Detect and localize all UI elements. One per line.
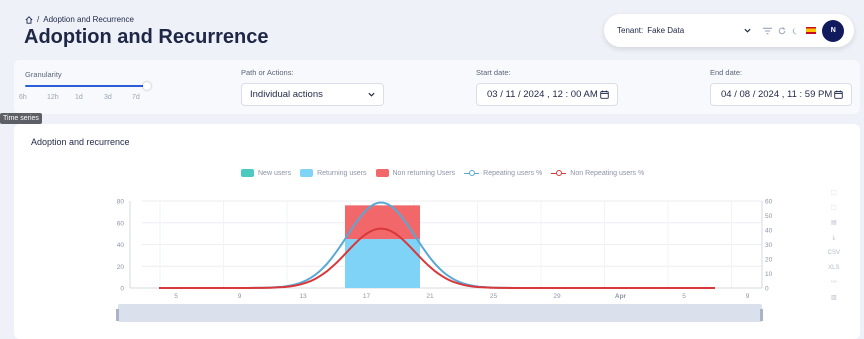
start-date-label: Start date: (476, 68, 511, 77)
chart-toolbox: ⬚ ⬚ ▤ ⤓ CSV XLS 〰 ▥ (828, 188, 840, 303)
chart-card: Adoption and recurrence New users Return… (14, 124, 860, 339)
zoom-slider-handle-left (116, 309, 119, 321)
breadcrumb: / Adoption and Recurrence (25, 15, 134, 24)
start-date-input[interactable]: 03 / 11 / 2024 , 12 : 00 AM (476, 83, 618, 106)
calendar-icon[interactable] (600, 90, 609, 99)
csv-icon[interactable]: CSV (828, 248, 840, 258)
calendar-icon[interactable] (834, 90, 843, 99)
y-axis-right-tick-label: 50 (765, 213, 773, 220)
x-axis-tick-label: 9 (238, 293, 242, 300)
chart-plot: 0 20 40 60 80 0 10 20 30 40 50 60 5 9 13 17 21 25 29 Apr 5 9 (116, 199, 773, 322)
chevron-down-icon (744, 28, 751, 33)
y-axis-right-tick-label: 0 (765, 286, 769, 293)
granularity-option-6h[interactable]: 6h (19, 94, 27, 101)
end-date-input[interactable]: 04 / 08 / 2024 , 11 : 59 PM (710, 83, 852, 106)
filter-icon[interactable] (763, 27, 773, 35)
granularity-option-7d[interactable]: 7d (132, 94, 140, 101)
page-title: Adoption and Recurrence (24, 26, 269, 48)
tenant-value: Fake Data (647, 26, 685, 35)
filters-panel: Granularity 6h 12h 1d 3d 7d Path or Acti… (14, 60, 860, 114)
spain-flag-icon[interactable] (806, 27, 817, 34)
xls-icon[interactable]: XLS (828, 263, 839, 273)
download-icon[interactable]: ⤓ (833, 233, 836, 243)
x-axis-tick-label: 5 (174, 293, 178, 300)
tenant-select[interactable]: Fake Data (647, 26, 751, 35)
y-axis-right-tick-label: 10 (765, 271, 773, 278)
granularity-slider-handle[interactable] (143, 82, 151, 90)
line-chart-icon[interactable]: 〰 (831, 278, 837, 288)
path-value: Individual actions (250, 89, 323, 100)
zoom-slider-track (118, 304, 762, 322)
granularity-slider-track[interactable] (25, 85, 144, 87)
x-axis-tick-label: 13 (299, 293, 307, 300)
y-axis-left-tick-label: 80 (117, 199, 125, 206)
home-icon[interactable] (25, 15, 33, 24)
y-axis-left-tick-label: 40 (117, 242, 125, 249)
x-axis-tick-label: Apr (615, 293, 627, 300)
end-date-value: 04 / 08 / 2024 , 11 : 59 PM (721, 89, 833, 100)
y-axis-right-tick-label: 40 (765, 228, 773, 235)
x-axis-tick-label: 25 (490, 293, 498, 300)
data-view-icon[interactable]: ▤ (831, 218, 837, 228)
zoom-icon[interactable]: ⬚ (831, 188, 837, 198)
y-axis-right-tick-label: 20 (765, 257, 773, 264)
y-axis-right-tick-label: 30 (765, 242, 773, 249)
start-date-value: 03 / 11 / 2024 , 12 : 00 AM (487, 89, 598, 100)
granularity-option-1d[interactable]: 1d (75, 94, 83, 101)
x-axis-tick-label: 29 (553, 293, 561, 300)
y-axis-left-tick-label: 60 (117, 220, 125, 227)
line-repeating-users-pct (159, 201, 715, 289)
x-axis-tick-label: 21 (426, 293, 434, 300)
breadcrumb-separator: / (37, 15, 40, 24)
granularity-option-12h[interactable]: 12h (47, 94, 59, 101)
breadcrumb-current: Adoption and Recurrence (43, 15, 134, 24)
zoom-reset-icon[interactable]: ⬚ (831, 203, 837, 213)
chevron-down-icon (368, 92, 375, 97)
path-select[interactable]: Individual actions (241, 83, 384, 106)
x-axis-tick-label: 9 (746, 293, 750, 300)
bar-chart-icon[interactable]: ▥ (831, 293, 837, 303)
moon-icon[interactable] (792, 27, 800, 35)
zoom-slider-handle-right (760, 309, 763, 321)
y-axis-left-tick-label: 20 (117, 264, 125, 271)
tenant-label: Tenant: (617, 26, 644, 35)
line-non-repeating-users-pct (159, 227, 715, 289)
x-axis-tick-label: 5 (682, 293, 686, 300)
x-axis-tick-label: 17 (363, 293, 371, 300)
y-axis-right-tick-label: 60 (765, 199, 773, 206)
end-date-label: End date: (710, 68, 743, 77)
avatar[interactable]: N (822, 19, 845, 42)
y-axis-left-tick-label: 0 (120, 286, 124, 293)
tenant-bar: Tenant: Fake Data N (604, 14, 854, 47)
granularity-option-3d[interactable]: 3d (104, 94, 112, 101)
granularity-label: Granularity (25, 70, 62, 79)
refresh-icon[interactable] (778, 26, 786, 35)
path-label: Path or Actions: (241, 68, 294, 77)
time-series-tooltip: Time series (0, 113, 42, 124)
